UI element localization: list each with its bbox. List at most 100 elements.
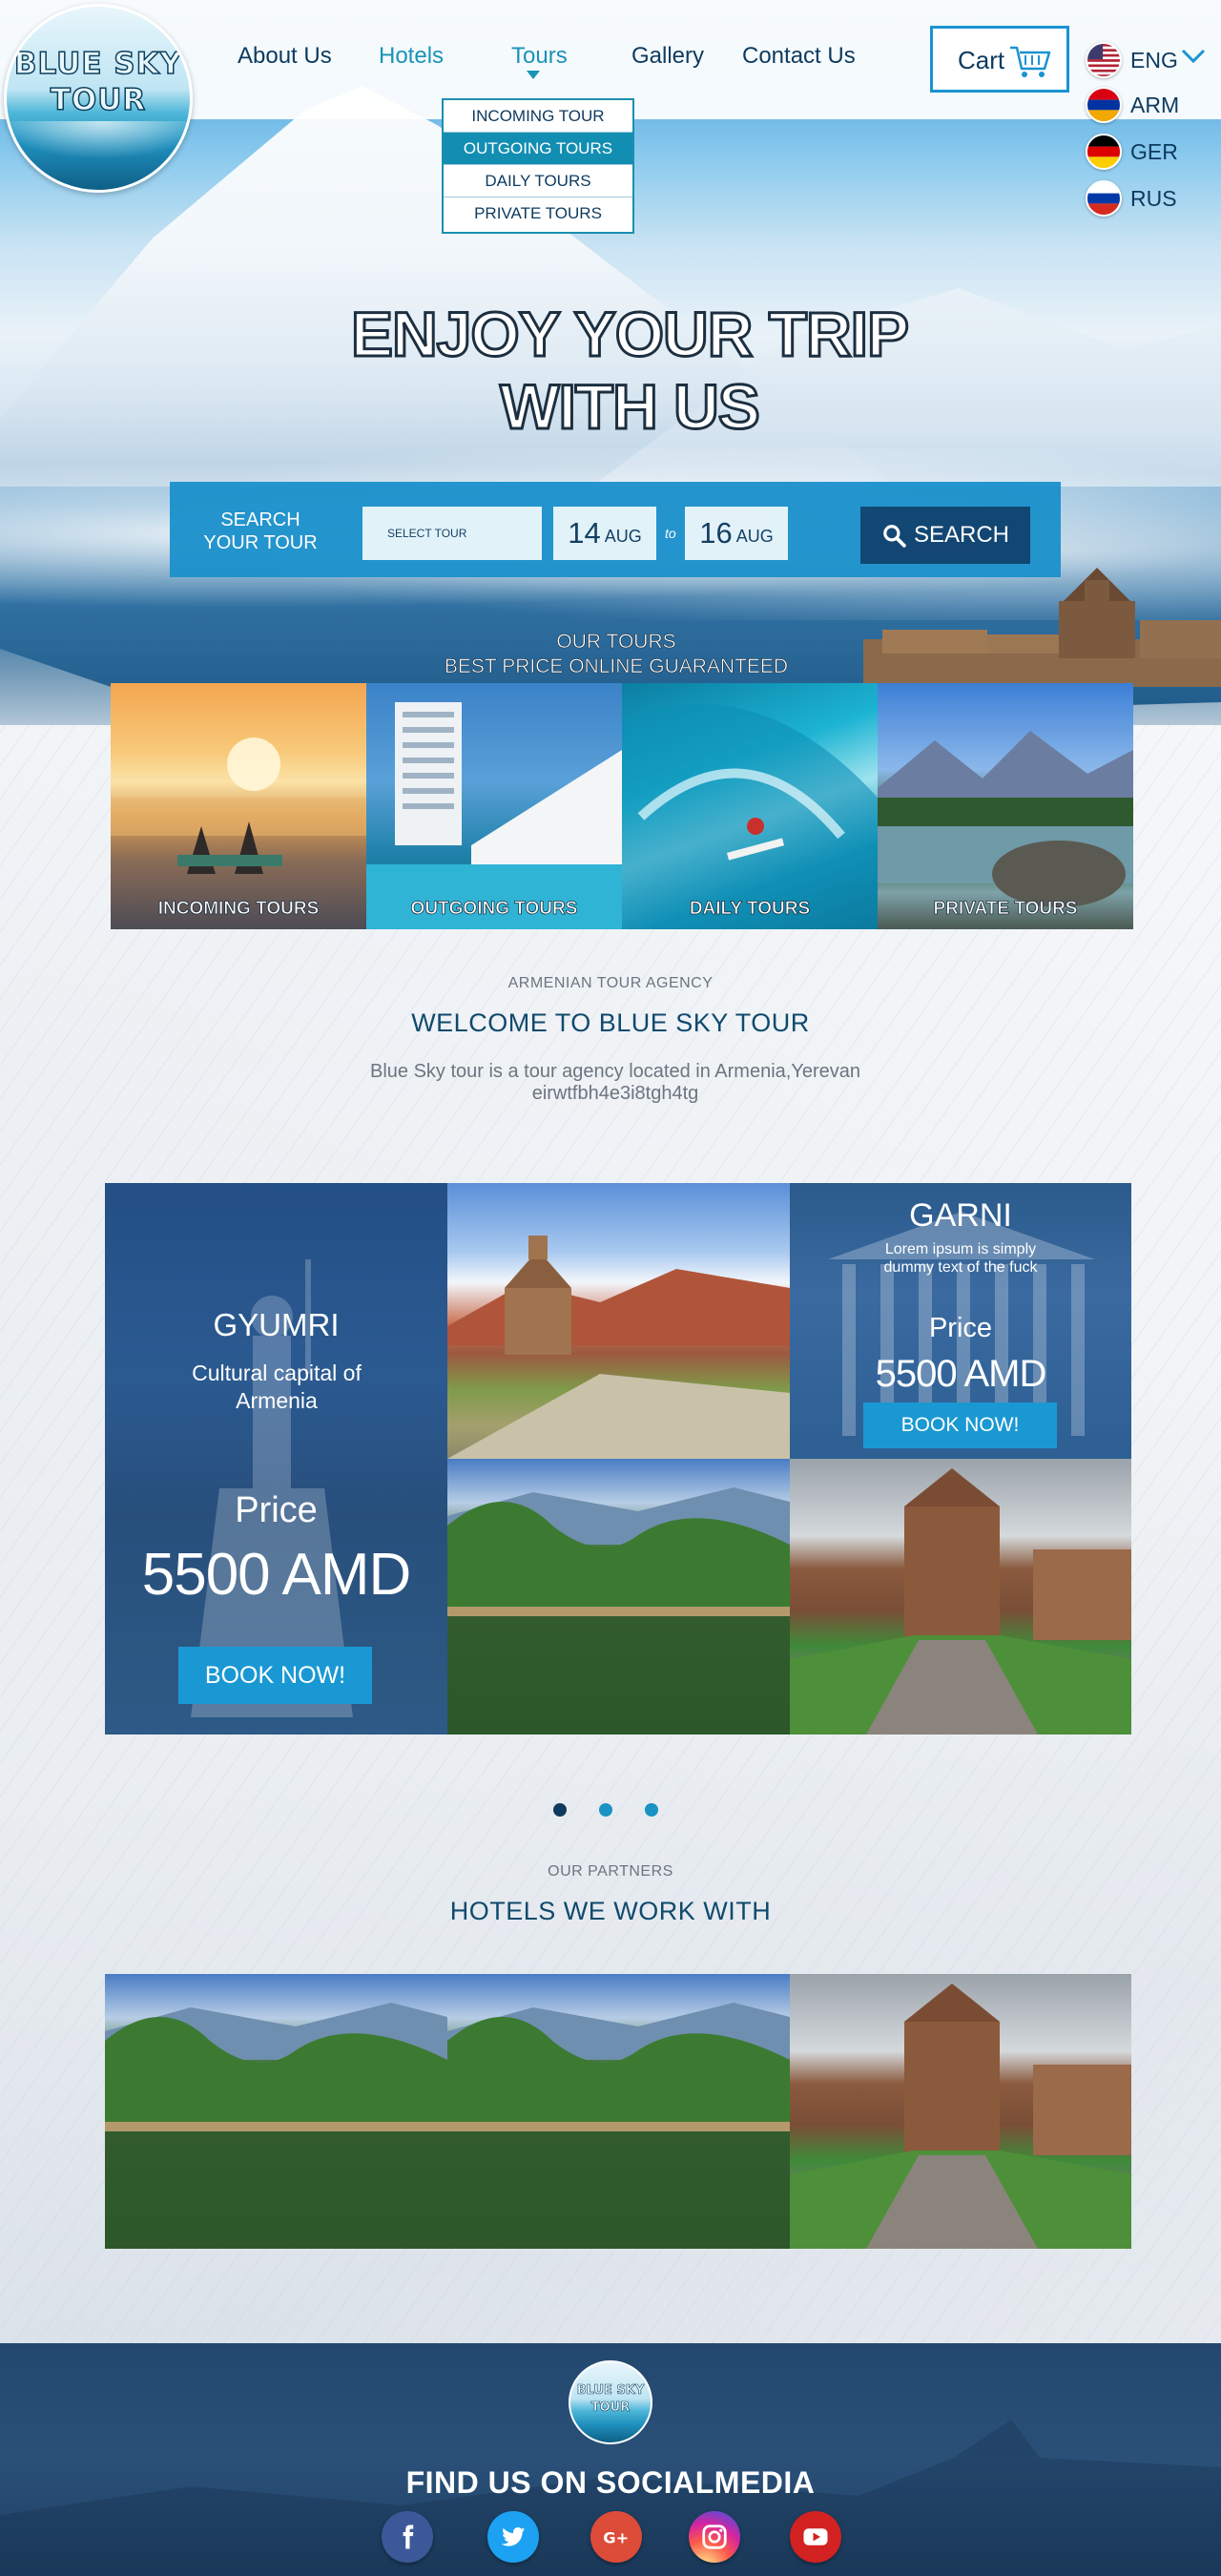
hero-title-line1: ENJOY YOUR TRIP xyxy=(349,298,910,371)
gyumri-panel: GYUMRI Cultural capital of Armenia Price… xyxy=(105,1183,447,1735)
tour-card-label: DAILY TOURS xyxy=(689,899,811,920)
welcome-desc-line2: eirwtfbh4e3i8tgh4tg xyxy=(531,1083,699,1104)
tour-card-private[interactable]: PRIVATE TOURS xyxy=(878,683,1133,929)
instagram-link[interactable] xyxy=(689,2511,740,2563)
church-garden-image[interactable] xyxy=(790,1459,1131,1735)
garni-price: 5500 AMD xyxy=(875,1353,1047,1395)
language-label: ENG xyxy=(1130,47,1178,73)
monastery-canyon-image xyxy=(447,1236,790,1459)
nav-contact[interactable]: Contact Us xyxy=(742,43,856,70)
date-from-day: 14 xyxy=(568,516,601,550)
footer-logo-line1: BLUE SKY xyxy=(576,2383,645,2399)
search-label: SEARCH YOUR TOUR xyxy=(203,509,318,553)
language-ger[interactable]: GER xyxy=(1086,134,1178,170)
slider-dot-1[interactable] xyxy=(553,1803,567,1817)
search-button[interactable]: SEARCH xyxy=(860,507,1030,564)
tour-card-outgoing[interactable]: OUTGOING TOURS xyxy=(366,683,622,929)
search-bar: SEARCH YOUR TOUR SELECT TOUR 14 AUG to 1… xyxy=(170,482,1061,577)
dropdown-incoming-tour[interactable]: INCOMING TOUR xyxy=(444,100,632,133)
tour-card-label: OUTGOING TOURS xyxy=(410,899,578,920)
russia-flag-icon xyxy=(1086,180,1122,217)
dropdown-daily-tours[interactable]: DAILY TOURS xyxy=(444,165,632,197)
twitter-link[interactable] xyxy=(487,2511,539,2563)
date-from-field[interactable]: 14 AUG xyxy=(553,507,656,560)
tour-card-label: PRIVATE TOURS xyxy=(933,899,1078,920)
dropdown-outgoing-tours[interactable]: OUTGOING TOURS xyxy=(444,133,632,165)
garni-panel: GARNI Lorem ipsum is simply dummy text o… xyxy=(790,1183,1131,1459)
slider-dot-2[interactable] xyxy=(599,1803,612,1817)
language-label: ARM xyxy=(1130,92,1180,117)
us-flag-icon xyxy=(1086,42,1122,78)
chevron-down-icon[interactable] xyxy=(1181,48,1206,65)
cart-button[interactable]: Cart xyxy=(930,26,1069,93)
search-icon xyxy=(883,525,906,548)
welcome-desc-line1: Blue Sky tour is a tour agency located i… xyxy=(369,1061,860,1082)
select-tour-dropdown[interactable]: SELECT TOUR xyxy=(362,507,542,560)
language-eng[interactable]: ENG xyxy=(1086,42,1178,78)
gyumri-price-label: Price xyxy=(235,1490,318,1530)
garni-book-button[interactable]: BOOK NOW! xyxy=(863,1402,1057,1448)
gyumri-price: 5500 AMD xyxy=(141,1542,412,1608)
our-tours-heading: OUR TOURS BEST PRICE ONLINE GUARANTEED xyxy=(382,630,851,679)
nav-hotels[interactable]: Hotels xyxy=(379,43,444,70)
cart-icon xyxy=(1010,46,1051,77)
slider-dot-3[interactable] xyxy=(645,1803,658,1817)
hero-title-line2: WITH US xyxy=(499,370,762,444)
partner-hotel-3[interactable] xyxy=(790,1974,1131,2249)
lake-reflection-image xyxy=(447,1487,790,1735)
language-rus[interactable]: RUS xyxy=(1086,180,1177,217)
partners-title: HOTELS WE WORK WITH xyxy=(449,1897,772,1925)
google-plus-link[interactable]: G+ xyxy=(590,2511,642,2563)
surfer-wave-image xyxy=(622,704,878,929)
language-arm[interactable]: ARM xyxy=(1086,87,1179,123)
tour-card-label: INCOMING TOURS xyxy=(157,899,320,920)
forest-lake-image[interactable] xyxy=(447,1459,790,1735)
youtube-link[interactable] xyxy=(790,2511,841,2563)
partner-lake-image xyxy=(447,2003,790,2249)
footer-logo-line2: TOUR xyxy=(590,2400,631,2416)
google-plus-icon: G+ xyxy=(603,2528,629,2546)
logo-wave xyxy=(7,121,190,159)
partners-kicker: OUR PARTNERS xyxy=(548,1863,673,1880)
armenia-flag-icon xyxy=(1086,87,1122,123)
garni-title: GARNI xyxy=(909,1197,1012,1234)
garni-price-label: Price xyxy=(928,1313,993,1343)
footer-logo[interactable]: BLUE SKY TOUR xyxy=(569,2360,652,2444)
language-label: GER xyxy=(1130,138,1178,164)
date-to-day: 16 xyxy=(699,516,733,550)
gyumri-book-button[interactable]: BOOK NOW! xyxy=(178,1647,372,1704)
welcome-title: WELCOME TO BLUE SKY TOUR xyxy=(411,1008,810,1037)
date-to-field[interactable]: 16 AUG xyxy=(685,507,788,560)
our-tours-title: OUR TOURS xyxy=(556,631,676,654)
germany-flag-icon xyxy=(1086,134,1122,170)
date-to-month: AUG xyxy=(735,526,774,546)
partner-lake-image xyxy=(105,2003,447,2249)
monastery-image xyxy=(863,568,1221,687)
facebook-link[interactable] xyxy=(382,2511,433,2563)
destinations-slider: GYUMRI Cultural capital of Armenia Price… xyxy=(105,1183,1131,1735)
cathedral-path-image xyxy=(790,1468,1131,1735)
noravank-image[interactable] xyxy=(447,1183,790,1459)
tour-card-incoming[interactable]: INCOMING TOURS xyxy=(111,683,366,929)
chevron-down-icon xyxy=(527,71,540,79)
date-to-separator: to xyxy=(665,526,676,541)
tour-card-daily[interactable]: DAILY TOURS xyxy=(622,683,878,929)
hero-title: ENJOY YOUR TRIP WITH US xyxy=(267,298,992,444)
partner-hotel-1[interactable] xyxy=(105,1974,447,2249)
slider-pagination xyxy=(553,1803,668,1818)
nav-about[interactable]: About Us xyxy=(238,43,332,70)
nav-tours[interactable]: Tours xyxy=(511,43,568,70)
tours-dropdown-menu: INCOMING TOUR OUTGOING TOURS DAILY TOURS… xyxy=(442,98,634,234)
mountain-lake-image xyxy=(878,731,1133,907)
partner-church-image xyxy=(790,1984,1131,2249)
date-from-month: AUG xyxy=(604,526,642,546)
gyumri-title: GYUMRI xyxy=(213,1307,340,1342)
logo-line2: TOUR xyxy=(50,82,147,118)
site-logo[interactable]: BLUE SKY TOUR xyxy=(4,4,193,193)
footer-title: FIND US ON SOCIALMEDIA xyxy=(405,2465,816,2500)
dropdown-private-tours[interactable]: PRIVATE TOURS xyxy=(444,197,632,230)
nav-gallery[interactable]: Gallery xyxy=(631,43,704,70)
partner-hotel-2[interactable] xyxy=(447,1974,790,2249)
cart-label: Cart xyxy=(958,46,1005,74)
gyumri-subtitle: Cultural capital of Armenia xyxy=(192,1361,362,1413)
